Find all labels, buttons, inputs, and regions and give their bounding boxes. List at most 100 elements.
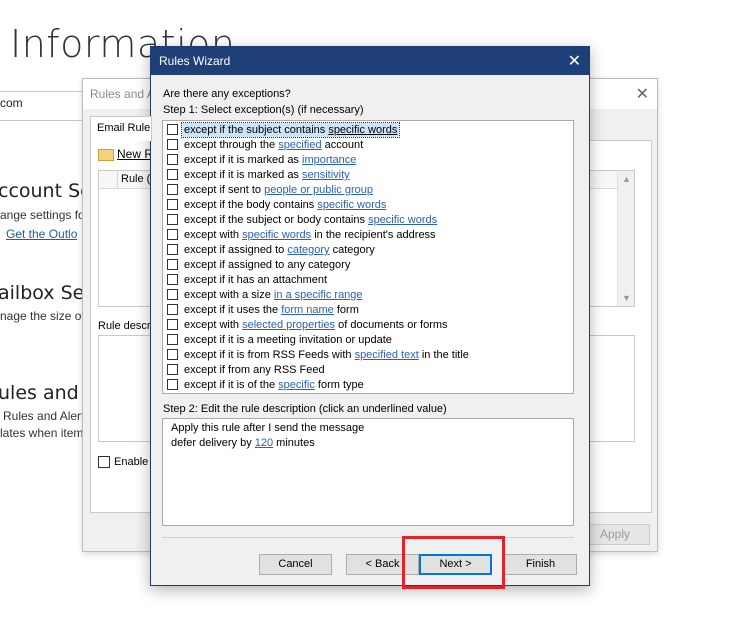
exception-checkbox[interactable] <box>167 379 178 390</box>
step1-label: Step 1: Select exception(s) (if necessar… <box>163 104 364 116</box>
exception-checkbox[interactable] <box>167 169 178 180</box>
exception-row[interactable]: except if the body contains specific wor… <box>163 198 573 213</box>
exception-text-prefix: except with <box>184 319 243 331</box>
close-icon[interactable]: ✕ <box>568 51 581 71</box>
exception-value-link[interactable]: importance <box>302 154 356 166</box>
exceptions-question: Are there any exceptions? <box>163 88 291 100</box>
exception-text-prefix: except if it uses the <box>184 304 282 316</box>
rule-description-label: Rule descr <box>98 320 151 332</box>
exception-text-prefix: except if assigned to <box>184 244 288 256</box>
exception-text-prefix: except with a size <box>184 289 274 301</box>
exception-checkbox[interactable] <box>167 364 178 375</box>
exception-value-link[interactable]: people or public group <box>264 184 373 196</box>
exception-checkbox[interactable] <box>167 214 178 225</box>
exception-checkbox[interactable] <box>167 199 178 210</box>
exception-checkbox[interactable] <box>167 124 178 135</box>
exception-value-link[interactable]: specific words <box>328 124 397 136</box>
exception-value-link[interactable]: specified text <box>355 349 419 361</box>
exception-value-link[interactable]: category <box>287 244 329 256</box>
exception-row[interactable]: except if sent to people or public group <box>163 183 573 198</box>
exception-text: except with a size in a specific range <box>182 288 365 302</box>
exception-row[interactable]: except through the specified account <box>163 138 573 153</box>
finish-button[interactable]: Finish <box>504 554 577 575</box>
rules-wizard-dialog: Rules Wizard ✕ Are there any exceptions?… <box>150 46 590 586</box>
exception-checkbox[interactable] <box>167 139 178 150</box>
exception-row[interactable]: except if it is marked as importance <box>163 153 573 168</box>
exception-checkbox[interactable] <box>167 184 178 195</box>
apply-button[interactable]: Apply <box>580 524 650 545</box>
exception-checkbox[interactable] <box>167 349 178 360</box>
step2-label: Step 2: Edit the rule description (click… <box>163 403 447 415</box>
exception-row[interactable]: except if it is a meeting invitation or … <box>163 333 573 348</box>
exception-value-link[interactable]: selected properties <box>242 319 335 331</box>
cancel-button[interactable]: Cancel <box>259 554 332 575</box>
description-line-2-prefix: defer delivery by <box>171 437 255 449</box>
exception-value-link[interactable]: specific words <box>317 199 386 211</box>
get-outlook-link[interactable]: Get the Outlo <box>6 227 77 241</box>
exception-checkbox[interactable] <box>167 289 178 300</box>
mailbox-settings-text: nage the size of <box>0 309 85 323</box>
exception-row[interactable]: except with specific words in the recipi… <box>163 228 573 243</box>
exception-text: except if it is of the specific form typ… <box>182 378 366 392</box>
exception-text: except if it has an attachment <box>182 273 329 287</box>
exception-row[interactable]: except if assigned to any category <box>163 258 573 273</box>
exception-row[interactable]: except with a size in a specific range <box>163 288 573 303</box>
exception-checkbox[interactable] <box>167 304 178 315</box>
exception-value-link[interactable]: specific words <box>242 229 311 241</box>
exception-value-link[interactable]: specified <box>278 139 321 151</box>
exception-checkbox[interactable] <box>167 244 178 255</box>
exception-text-suffix: of documents or forms <box>335 319 448 331</box>
exception-value-link[interactable]: specific <box>278 379 315 391</box>
exception-text: except if the subject or body contains s… <box>182 213 439 227</box>
account-settings-text: ange settings fo <box>0 208 85 222</box>
exception-text: except if it is a meeting invitation or … <box>182 333 394 347</box>
exception-text-prefix: except if it has an attachment <box>184 274 328 286</box>
exception-checkbox[interactable] <box>167 154 178 165</box>
account-selector[interactable]: com <box>0 91 84 121</box>
exception-row[interactable]: except if the subject contains specific … <box>163 122 573 138</box>
rule-description-box[interactable]: Apply this rule after I send the message… <box>162 418 574 526</box>
enable-checkbox-box[interactable] <box>98 456 110 469</box>
exception-text: except if the body contains specific wor… <box>182 198 388 212</box>
exception-text-prefix: except through the <box>184 139 279 151</box>
exception-text-prefix: except if it is a meeting invitation or … <box>184 334 392 346</box>
divider <box>162 537 574 538</box>
close-icon[interactable]: ✕ <box>636 84 649 104</box>
rules-alerts-text-2: lates when item <box>0 426 84 440</box>
exception-row[interactable]: except if from any RSS Feed <box>163 363 573 378</box>
exception-row[interactable]: except if assigned to category category <box>163 243 573 258</box>
scroll-up-icon[interactable]: ▲ <box>622 174 631 184</box>
exception-value-link[interactable]: specific words <box>368 214 437 226</box>
exception-checkbox[interactable] <box>167 259 178 270</box>
exception-checkbox[interactable] <box>167 334 178 345</box>
new-rule-button[interactable]: New R <box>98 147 153 167</box>
exception-text: except if it is from RSS Feeds with spec… <box>182 348 471 362</box>
account-selector-text: com <box>0 96 23 110</box>
exception-row[interactable]: except if it uses the form name form <box>163 303 573 318</box>
exception-checkbox[interactable] <box>167 274 178 285</box>
exceptions-list[interactable]: except if the subject contains specific … <box>162 120 574 394</box>
enable-checkbox[interactable]: Enable <box>98 456 148 469</box>
exception-text-prefix: except if from any RSS Feed <box>184 364 325 376</box>
exception-row[interactable]: except if it is of the specific form typ… <box>163 378 573 393</box>
defer-minutes-link[interactable]: 120 <box>255 437 273 449</box>
exception-text-prefix: except if sent to <box>184 184 265 196</box>
exception-checkbox[interactable] <box>167 319 178 330</box>
exception-row[interactable]: except if the subject or body contains s… <box>163 213 573 228</box>
exception-row[interactable]: except if it is marked as sensitivity <box>163 168 573 183</box>
exception-checkbox[interactable] <box>167 229 178 240</box>
exception-value-link[interactable]: in a specific range <box>274 289 363 301</box>
exception-row[interactable]: except if it is from RSS Feeds with spec… <box>163 348 573 363</box>
tab-email-rules-label: Email Rule <box>97 122 151 134</box>
exception-row[interactable]: except with selected properties of docum… <box>163 318 573 333</box>
scroll-down-icon[interactable]: ▼ <box>622 293 631 303</box>
exception-value-link[interactable]: sensitivity <box>302 169 350 181</box>
exception-row[interactable]: except if it has an attachment <box>163 273 573 288</box>
exception-text: except with selected properties of docum… <box>182 318 450 332</box>
rules-wizard-title: Rules Wizard <box>159 54 231 68</box>
exception-text: except if sent to people or public group <box>182 183 375 197</box>
rules-list-scrollbar[interactable]: ▲ ▼ <box>617 171 634 306</box>
tab-email-rules[interactable]: Email Rule <box>90 116 152 141</box>
exception-value-link[interactable]: form name <box>281 304 334 316</box>
exception-text-prefix: except if the body contains <box>184 199 318 211</box>
